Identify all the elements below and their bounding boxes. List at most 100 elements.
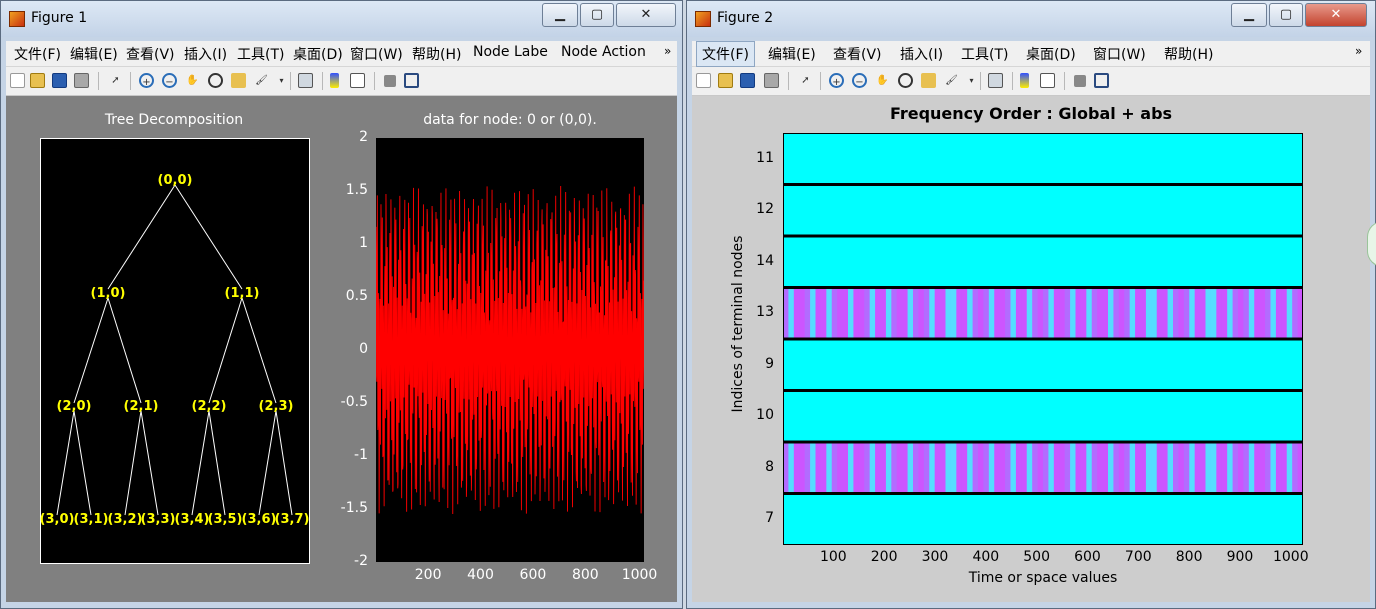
- open-file-icon[interactable]: [30, 73, 45, 88]
- heatmap-cell: [810, 442, 817, 494]
- menu-file[interactable]: 文件(F): [696, 41, 755, 67]
- maximize-button[interactable]: ▢: [580, 3, 614, 27]
- tree-node-3-5[interactable]: (3,5): [208, 512, 243, 527]
- tree-node-3-2[interactable]: (3,2): [108, 512, 143, 527]
- print-icon[interactable]: [764, 73, 779, 88]
- new-figure-icon[interactable]: [10, 73, 25, 88]
- tree-node-2-2[interactable]: (2,2): [192, 399, 227, 414]
- zoom-in-icon[interactable]: +: [829, 73, 844, 88]
- print-icon[interactable]: [74, 73, 89, 88]
- rotate-3d-icon[interactable]: [208, 73, 223, 88]
- menu-tools[interactable]: 工具(T): [237, 44, 284, 64]
- close-button[interactable]: ✕: [1305, 3, 1367, 27]
- heatmap-cell: [815, 287, 822, 339]
- data-cursor-icon[interactable]: [231, 73, 246, 88]
- menu-window[interactable]: 窗口(W): [350, 44, 403, 64]
- hide-plot-tools-icon[interactable]: [1074, 75, 1086, 87]
- menu-view[interactable]: 查看(V): [833, 44, 882, 64]
- tree-node-3-0[interactable]: (3,0): [40, 512, 75, 527]
- heatmap-cell: [1243, 442, 1250, 494]
- heatmap-row: [783, 390, 1303, 442]
- pointer-icon[interactable]: ➚: [108, 73, 123, 88]
- brush-icon[interactable]: 🖌: [254, 73, 269, 88]
- tree-node-2-1[interactable]: (2,1): [124, 399, 159, 414]
- heatmap-cell: [1156, 287, 1163, 339]
- heatmap-cell: [940, 287, 947, 339]
- menu-desktop[interactable]: 桌面(D): [1026, 44, 1076, 64]
- pan-hand-icon[interactable]: ✋: [185, 73, 200, 88]
- menu-file[interactable]: 文件(F): [14, 44, 61, 64]
- tree-node-1-0[interactable]: (1,0): [91, 286, 126, 301]
- link-plot-icon[interactable]: [298, 73, 313, 88]
- tree-node-3-3[interactable]: (3,3): [141, 512, 176, 527]
- menu-insert[interactable]: 插入(I): [184, 44, 227, 64]
- tree-node-3-6[interactable]: (3,6): [242, 512, 277, 527]
- minimize-button[interactable]: ▁: [1231, 3, 1267, 27]
- zoom-in-icon[interactable]: +: [139, 73, 154, 88]
- pointer-icon[interactable]: ➚: [798, 73, 813, 88]
- show-plot-tools-icon[interactable]: [404, 73, 419, 88]
- hide-plot-tools-icon[interactable]: [384, 75, 396, 87]
- heatmap-cell: [1221, 287, 1228, 339]
- brush-dropdown-icon[interactable]: ▾: [274, 73, 289, 88]
- menu-help[interactable]: 帮助(H): [1164, 44, 1213, 64]
- legend-icon[interactable]: [350, 73, 365, 88]
- heatmap-cell: [875, 442, 882, 494]
- heatmap-cell: [1167, 442, 1174, 494]
- menu-insert[interactable]: 插入(I): [900, 44, 943, 64]
- tree-node-3-1[interactable]: (3,1): [74, 512, 109, 527]
- pan-hand-icon[interactable]: ✋: [875, 73, 890, 88]
- tree-node-3-4[interactable]: (3,4): [175, 512, 210, 527]
- zoom-out-icon[interactable]: −: [852, 73, 867, 88]
- heatmap-cell: [1097, 287, 1104, 339]
- tree-node-2-3[interactable]: (2,3): [259, 399, 294, 414]
- heatmap-cell: [1053, 442, 1060, 494]
- new-figure-icon[interactable]: [696, 73, 711, 88]
- open-file-icon[interactable]: [718, 73, 733, 88]
- maximize-button[interactable]: ▢: [1269, 3, 1303, 27]
- data-cursor-icon[interactable]: [921, 73, 936, 88]
- figure-1-titlebar[interactable]: Figure 1 ▁ ▢ ✕: [1, 1, 682, 37]
- link-plot-icon[interactable]: [988, 73, 1003, 88]
- figure-1-window: Figure 1 ▁ ▢ ✕ 文件(F) 编辑(E) 查看(V) 插入(I) 工…: [0, 0, 683, 609]
- show-plot-tools-icon[interactable]: [1094, 73, 1109, 88]
- tree-node-0-0[interactable]: (0,0): [158, 173, 193, 188]
- menu-edit[interactable]: 编辑(E): [70, 44, 118, 64]
- menu-desktop[interactable]: 桌面(D): [293, 44, 343, 64]
- tree-node-3-7[interactable]: (3,7): [275, 512, 310, 527]
- heatmap-cell: [1265, 442, 1272, 494]
- menu-edit[interactable]: 编辑(E): [768, 44, 816, 64]
- colorbar-icon[interactable]: [1020, 73, 1029, 88]
- tree-node-2-0[interactable]: (2,0): [57, 399, 92, 414]
- heatmap-cell: [1216, 442, 1223, 494]
- colorbar-icon[interactable]: [330, 73, 339, 88]
- close-button[interactable]: ✕: [616, 3, 676, 27]
- menu-help[interactable]: 帮助(H): [412, 44, 461, 64]
- brush-dropdown-icon[interactable]: ▾: [964, 73, 979, 88]
- menu-overflow-icon[interactable]: »: [664, 44, 671, 58]
- brush-icon[interactable]: 🖌: [944, 73, 959, 88]
- heatmap-cell: [1270, 442, 1277, 494]
- menu-tools[interactable]: 工具(T): [961, 44, 1008, 64]
- menu-node-action[interactable]: Node Action: [561, 44, 646, 60]
- rotate-3d-icon[interactable]: [898, 73, 913, 88]
- heatmap-x-tick-label: 200: [870, 549, 898, 565]
- heatmap-cell: [820, 287, 827, 339]
- menu-node-label[interactable]: Node Labe: [473, 44, 548, 60]
- heatmap-cell: [967, 442, 974, 494]
- save-icon[interactable]: [52, 73, 67, 88]
- save-icon[interactable]: [740, 73, 755, 88]
- heatmap-cell: [869, 442, 876, 494]
- heatmap-cell: [1259, 442, 1266, 494]
- menu-view[interactable]: 查看(V): [126, 44, 175, 64]
- signal-axes[interactable]: [376, 138, 644, 562]
- zoom-out-icon[interactable]: −: [162, 73, 177, 88]
- menu-window[interactable]: 窗口(W): [1093, 44, 1146, 64]
- heatmap-cell: [972, 287, 979, 339]
- heatmap-axes[interactable]: [783, 133, 1303, 545]
- menu-overflow-icon[interactable]: »: [1355, 44, 1362, 58]
- tree-node-1-1[interactable]: (1,1): [225, 286, 260, 301]
- legend-icon[interactable]: [1040, 73, 1055, 88]
- figure-2-titlebar[interactable]: Figure 2 ▁ ▢ ✕: [687, 1, 1375, 37]
- minimize-button[interactable]: ▁: [542, 3, 578, 27]
